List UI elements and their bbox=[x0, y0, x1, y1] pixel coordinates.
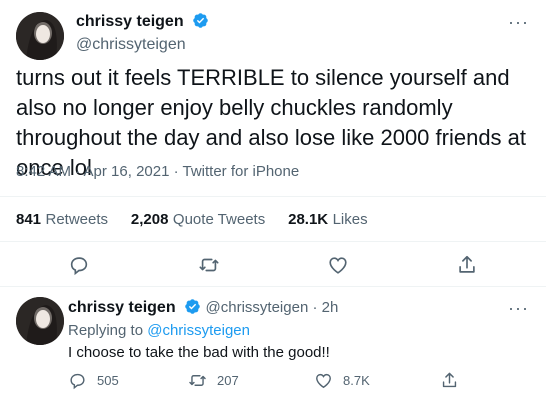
likes-label: Likes bbox=[332, 211, 368, 228]
replying-to: Replying to @chrissyteigen bbox=[68, 322, 250, 339]
quotes-stat[interactable]: 2,208 Quote Tweets bbox=[131, 211, 270, 228]
like-icon bbox=[329, 257, 347, 274]
likes-stat[interactable]: 28.1K Likes bbox=[288, 211, 368, 228]
share-icon bbox=[459, 255, 475, 273]
retweet-button[interactable] bbox=[198, 254, 220, 276]
reply-button[interactable] bbox=[68, 254, 90, 276]
reply-retweet-button[interactable]: 207 bbox=[188, 371, 239, 390]
share-button[interactable] bbox=[456, 254, 478, 276]
reply-header: chrissy teigen @chrissyteigen · 2h bbox=[68, 298, 338, 317]
author-name[interactable]: chrissy teigen bbox=[76, 13, 184, 30]
tweet-stats: 841 Retweets 2,208 Quote Tweets 28.1K Li… bbox=[16, 211, 368, 229]
reply-share-button[interactable] bbox=[440, 371, 459, 395]
reply-handle-time[interactable]: @chrissyteigen · 2h bbox=[206, 299, 339, 316]
avatar-photo bbox=[16, 297, 64, 345]
divider bbox=[0, 241, 546, 242]
retweets-stat[interactable]: 841 Retweets bbox=[16, 211, 112, 228]
quotes-count: 2,208 bbox=[130, 211, 169, 228]
more-icon[interactable]: ··· bbox=[508, 298, 529, 319]
retweet-icon bbox=[189, 375, 206, 386]
more-icon[interactable]: ··· bbox=[508, 12, 529, 33]
replying-handle-link[interactable]: @chrissyteigen bbox=[147, 322, 250, 339]
reply-reply-button[interactable]: 505 bbox=[68, 371, 119, 390]
retweet-icon bbox=[199, 258, 219, 272]
reply-icon bbox=[70, 257, 88, 276]
reply-count: 505 bbox=[97, 373, 119, 388]
likes-count: 28.1K bbox=[288, 211, 329, 228]
avatar-photo bbox=[16, 12, 64, 60]
reply-text: I choose to take the bad with the good!! bbox=[68, 344, 330, 361]
author-block[interactable]: chrissy teigen @chrissyteigen bbox=[76, 12, 209, 54]
avatar[interactable] bbox=[16, 12, 64, 60]
like-icon bbox=[316, 373, 331, 389]
reply-avatar[interactable] bbox=[16, 297, 64, 345]
verified-badge-icon bbox=[185, 299, 200, 314]
like-button[interactable] bbox=[327, 254, 349, 276]
reply-icon bbox=[70, 373, 85, 390]
retweets-count: 841 bbox=[16, 211, 42, 228]
reply-author-name[interactable]: chrissy teigen bbox=[68, 299, 176, 316]
retweet-count: 207 bbox=[217, 373, 239, 388]
like-count: 8.7K bbox=[343, 373, 370, 388]
divider bbox=[0, 286, 546, 287]
author-handle[interactable]: @chrissyteigen bbox=[76, 36, 209, 54]
retweets-label: Retweets bbox=[45, 211, 109, 228]
share-icon bbox=[442, 372, 457, 388]
replying-prefix: Replying to bbox=[68, 322, 144, 339]
tweet-meta[interactable]: 8:42 AM · Apr 16, 2021 · Twitter for iPh… bbox=[16, 163, 299, 180]
verified-badge-icon bbox=[193, 13, 208, 28]
divider bbox=[0, 196, 546, 197]
quotes-label: Quote Tweets bbox=[172, 211, 266, 228]
reply-like-button[interactable]: 8.7K bbox=[314, 371, 370, 390]
